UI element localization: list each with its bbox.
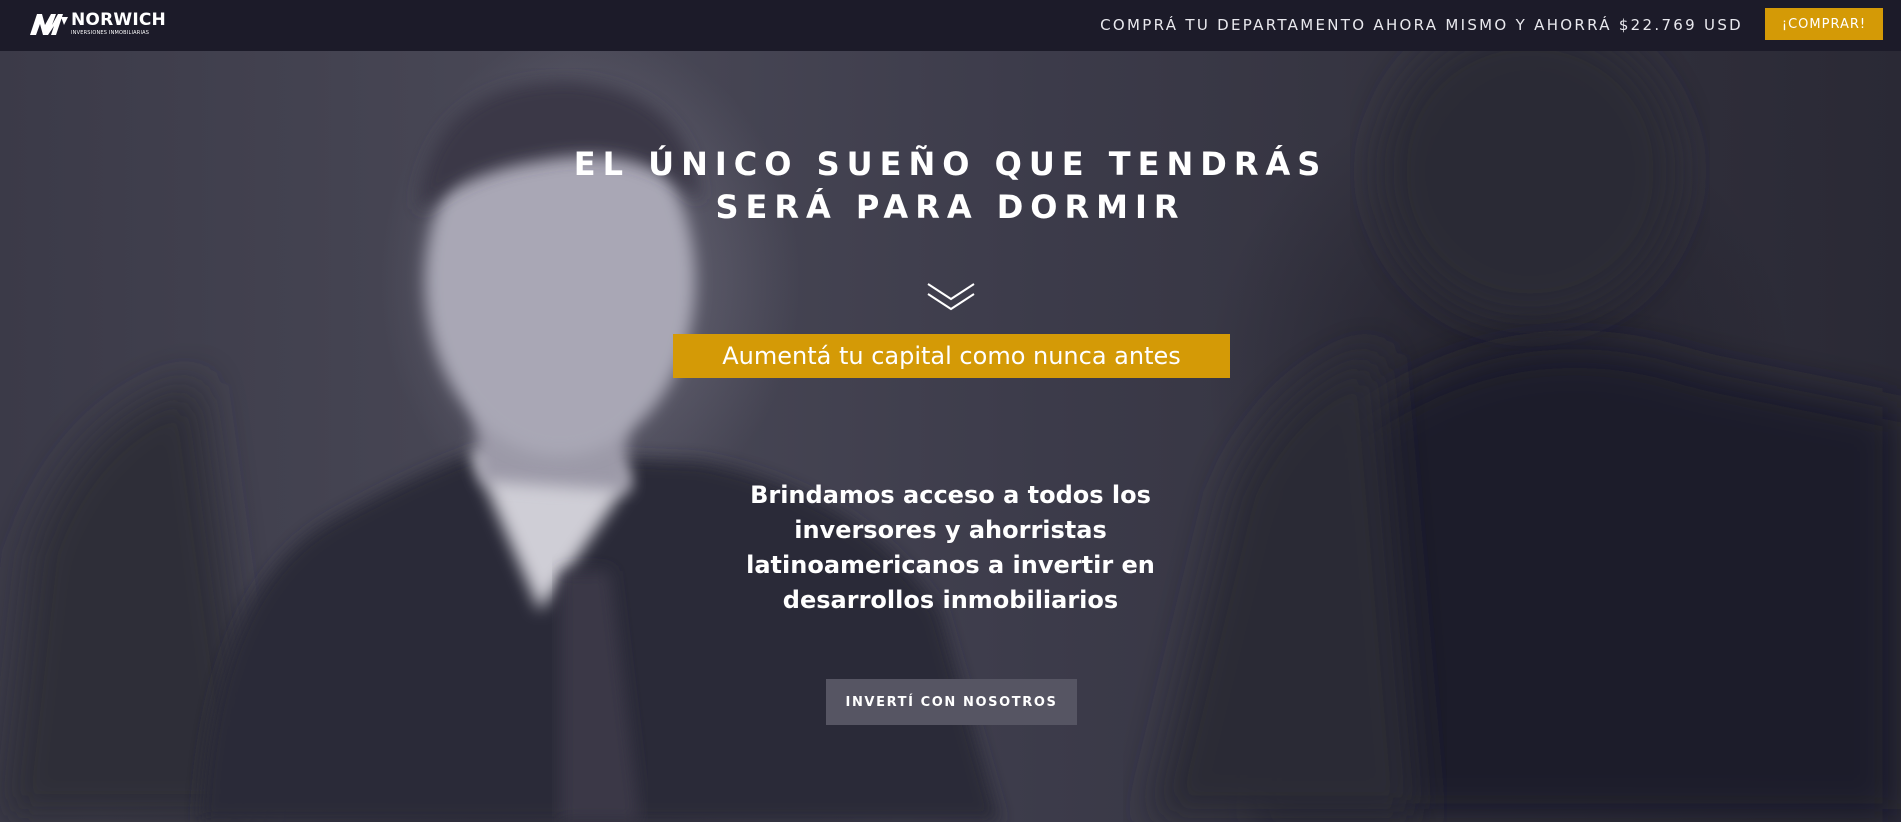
brand-subtitle: INVERSIONES INMOBILIARIAS	[71, 30, 150, 36]
hero-section: EL ÚNICO SUEÑO QUE TENDRÁS SERÁ PARA DOR…	[0, 51, 1901, 822]
tagline-banner: Aumentá tu capital como nunca antes	[673, 334, 1230, 378]
hero-description: Brindamos acceso a todos los inversores …	[746, 481, 1155, 614]
norwich-nw-logo-icon	[30, 14, 68, 35]
invest-button[interactable]: INVERTÍ CON NOSOTROS	[826, 679, 1077, 725]
brand-logo[interactable]: NORWICH INVERSIONES INMOBILIARIAS	[28, 11, 166, 37]
hero-title-line-2: SERÁ PARA DORMIR	[715, 188, 1186, 226]
hero-title-line-1: EL ÚNICO SUEÑO QUE TENDRÁS	[573, 145, 1328, 183]
promo-text: COMPRÁ TU DEPARTAMENTO AHORA MISMO Y AHO…	[1100, 16, 1743, 34]
buy-button[interactable]: ¡COMPRAR!	[1765, 8, 1883, 40]
tagline-text: Aumentá tu capital como nunca antes	[722, 342, 1181, 370]
top-bar: NORWICH INVERSIONES INMOBILIARIAS COMPRÁ…	[0, 0, 1901, 51]
double-chevron-down-icon[interactable]	[926, 280, 976, 316]
hero-title: EL ÚNICO SUEÑO QUE TENDRÁS SERÁ PARA DOR…	[0, 143, 1901, 229]
brand-name: NORWICH	[71, 10, 166, 30]
brand-text: NORWICH INVERSIONES INMOBILIARIAS	[71, 12, 166, 36]
